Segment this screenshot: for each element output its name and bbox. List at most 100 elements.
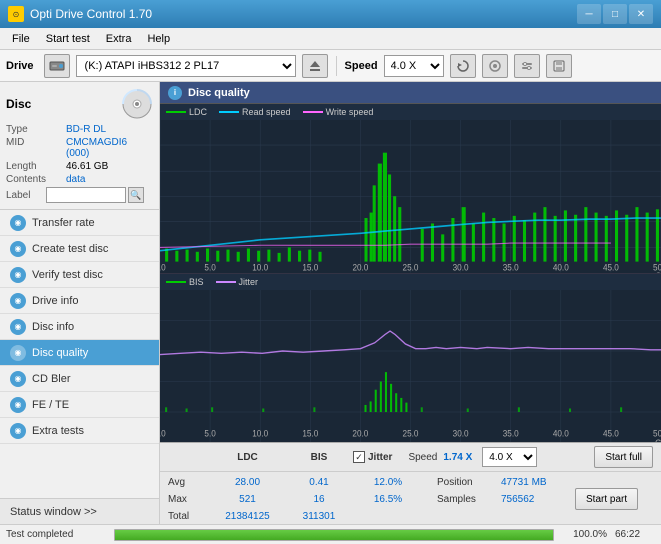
close-button[interactable]: ✕: [629, 4, 653, 24]
bis-header: BIS: [289, 452, 349, 463]
position-value: 47731 MB: [501, 477, 571, 488]
max-label: Max: [168, 494, 206, 505]
sidebar-item-label-disc-info: Disc info: [32, 321, 74, 333]
jitter-checkbox[interactable]: ✓: [353, 451, 365, 463]
stats-row-labels: Avg 28.00 0.41 12.0% Position 47731 MB M…: [168, 474, 638, 524]
sidebar: Disc Type BD-R DL MID CMCMAGDI6 (000) Le…: [0, 82, 160, 524]
total-bis: 311301: [289, 511, 349, 522]
jitter-legend-color: [216, 281, 236, 283]
svg-text:30.0: 30.0: [453, 428, 469, 439]
contents-label: Contents: [6, 174, 66, 185]
menu-extra[interactable]: Extra: [98, 31, 140, 47]
avg-jitter: 12.0%: [353, 477, 423, 488]
main-layout: Disc Type BD-R DL MID CMCMAGDI6 (000) Le…: [0, 82, 661, 524]
maximize-button[interactable]: □: [603, 4, 627, 24]
sidebar-item-fe-te[interactable]: ◉ FE / TE: [0, 392, 159, 418]
fe-te-icon: ◉: [10, 397, 26, 413]
avg-ldc: 28.00: [210, 477, 285, 488]
sidebar-item-extra-tests[interactable]: ◉ Extra tests: [0, 418, 159, 444]
sidebar-item-label-drive-info: Drive info: [32, 295, 78, 307]
content-area: i Disc quality LDC Read speed: [160, 82, 661, 524]
sidebar-item-verify-test-disc[interactable]: ◉ Verify test disc: [0, 262, 159, 288]
speed-select[interactable]: 4.0 X: [384, 55, 444, 77]
start-full-button[interactable]: Start full: [594, 446, 653, 468]
read-speed-legend-color: [219, 111, 239, 113]
svg-text:15.0: 15.0: [302, 262, 318, 272]
progress-bar-container: [114, 529, 554, 541]
chart2-svg: 20 15 10 5 20% 16% 12% 8% 4% 0.0 5.0: [160, 290, 661, 443]
svg-text:45.0: 45.0: [603, 428, 619, 439]
drive-select[interactable]: (K:) ATAPI iHBS312 2 PL17: [76, 55, 296, 77]
sidebar-item-label-disc-quality: Disc quality: [32, 347, 88, 359]
sidebar-item-transfer-rate[interactable]: ◉ Transfer rate: [0, 210, 159, 236]
speed-select-stats[interactable]: 4.0 X: [482, 447, 537, 467]
toolbar-separator: [336, 56, 337, 76]
menu-help[interactable]: Help: [139, 31, 178, 47]
action-buttons: Start full: [594, 446, 653, 468]
app-icon: ⊙: [8, 6, 24, 22]
samples-label: Samples: [437, 494, 497, 505]
position-label: Position: [437, 477, 497, 488]
settings-button1[interactable]: [482, 54, 508, 78]
svg-text:5.0: 5.0: [204, 428, 215, 439]
title-bar: ⊙ Opti Drive Control 1.70 ─ □ ✕: [0, 0, 661, 28]
charts-area: LDC Read speed Write speed: [160, 104, 661, 442]
svg-text:40.0: 40.0: [553, 428, 569, 439]
write-speed-legend: Write speed: [303, 107, 374, 117]
chart1-container: LDC Read speed Write speed: [160, 104, 661, 274]
status-window-btn[interactable]: Status window >>: [0, 498, 159, 524]
chart2-svg-container: 20 15 10 5 20% 16% 12% 8% 4% 0.0 5.0: [160, 290, 661, 443]
max-bis: 16: [289, 494, 349, 505]
sidebar-item-create-test-disc[interactable]: ◉ Create test disc: [0, 236, 159, 262]
sidebar-item-drive-info[interactable]: ◉ Drive info: [0, 288, 159, 314]
chart1-legend: LDC Read speed Write speed: [160, 104, 661, 120]
type-label: Type: [6, 124, 66, 135]
extra-tests-icon: ◉: [10, 423, 26, 439]
sidebar-item-label-transfer-rate: Transfer rate: [32, 217, 95, 229]
label-btn[interactable]: 🔍: [128, 187, 144, 203]
svg-text:35.0: 35.0: [503, 262, 519, 272]
max-jitter: 16.5%: [353, 494, 423, 505]
start-part-button[interactable]: Start part: [575, 488, 638, 510]
save-button[interactable]: [546, 54, 572, 78]
minimize-button[interactable]: ─: [577, 4, 601, 24]
svg-text:40.0: 40.0: [553, 262, 569, 272]
svg-text:30.0: 30.0: [453, 262, 469, 272]
ldc-legend-label: LDC: [189, 107, 207, 117]
stats-header: LDC BIS ✓ Jitter Speed 1.74 X 4.0 X Star…: [160, 443, 661, 472]
sidebar-item-label-cd-bler: CD Bler: [32, 373, 71, 385]
jitter-legend-label: Jitter: [239, 277, 259, 287]
label-text: Label: [6, 190, 46, 201]
toolbar: Drive (K:) ATAPI iHBS312 2 PL17 Speed 4.…: [0, 50, 661, 82]
status-time: 66:22: [615, 529, 655, 540]
menu-bar: File Start test Extra Help: [0, 28, 661, 50]
sidebar-item-label-fe-te: FE / TE: [32, 399, 69, 411]
svg-text:45.0: 45.0: [603, 262, 619, 272]
svg-text:GB: GB: [655, 271, 661, 273]
length-value: 46.61 GB: [66, 161, 153, 172]
verify-test-disc-icon: ◉: [10, 267, 26, 283]
avg-label: Avg: [168, 477, 206, 488]
cd-bler-icon: ◉: [10, 371, 26, 387]
settings-button2[interactable]: [514, 54, 540, 78]
label-input[interactable]: [46, 187, 126, 203]
sidebar-item-cd-bler[interactable]: ◉ CD Bler: [0, 366, 159, 392]
drive-icon-button[interactable]: [44, 54, 70, 78]
contents-value: data: [66, 174, 153, 185]
sidebar-item-disc-info[interactable]: ◉ Disc info: [0, 314, 159, 340]
stats-panel: LDC BIS ✓ Jitter Speed 1.74 X 4.0 X Star…: [160, 442, 661, 524]
chart2-legend: BIS Jitter: [160, 274, 661, 290]
menu-file[interactable]: File: [4, 31, 38, 47]
progress-bar-fill: [115, 530, 553, 540]
eject-button[interactable]: [302, 54, 328, 78]
write-speed-legend-color: [303, 111, 323, 113]
menu-start-test[interactable]: Start test: [38, 31, 98, 47]
sidebar-nav: ◉ Transfer rate ◉ Create test disc ◉ Ver…: [0, 210, 159, 498]
refresh-button[interactable]: [450, 54, 476, 78]
svg-text:20.0: 20.0: [352, 262, 368, 272]
length-label: Length: [6, 161, 66, 172]
svg-text:25.0: 25.0: [403, 428, 419, 439]
disc-panel-title: Disc: [6, 97, 31, 111]
svg-text:15.0: 15.0: [302, 428, 318, 439]
sidebar-item-disc-quality[interactable]: ◉ Disc quality: [0, 340, 159, 366]
